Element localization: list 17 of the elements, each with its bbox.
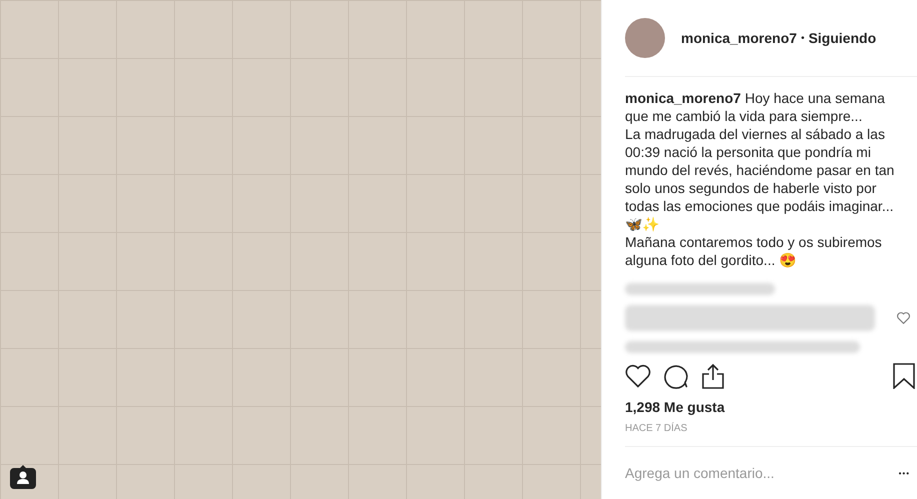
share-icon[interactable] xyxy=(701,363,725,389)
username-link[interactable]: monica_moreno7 xyxy=(625,90,741,106)
user-tag-icon[interactable] xyxy=(10,465,36,489)
caption-text: Mañana contaremos todo y os subiremos alguna foto del gordito... 😍 xyxy=(625,233,883,269)
comment-icon[interactable] xyxy=(663,363,689,389)
separator-dot: • xyxy=(800,32,804,44)
more-button[interactable]: ••• xyxy=(892,468,916,478)
comment-field[interactable]: Agrega un comentario... xyxy=(625,465,893,481)
bookmark-icon[interactable] xyxy=(893,363,915,389)
likes-count[interactable]: 1,298 Me gusta xyxy=(625,399,917,415)
post-date: HACE 7 DÍAS xyxy=(625,423,917,447)
following-link[interactable]: Siguiendo xyxy=(808,30,876,46)
username-link[interactable]: monica_moreno7 xyxy=(681,30,797,46)
caption-text: monica_moreno7 Hoy hace una semana que me cambió la vida para siempre... xyxy=(625,89,886,125)
caption-text: La madrugada del viernes al sábado a las 00:39 nació la personita que pondría mi mundo del revés, haciéndome pasar en tan solo unos segundos de haberle visto por todas las emociones que podáis imaginar... 🦋✨ xyxy=(625,125,896,233)
avatar[interactable] xyxy=(625,18,665,58)
heart-icon[interactable] xyxy=(625,364,651,388)
